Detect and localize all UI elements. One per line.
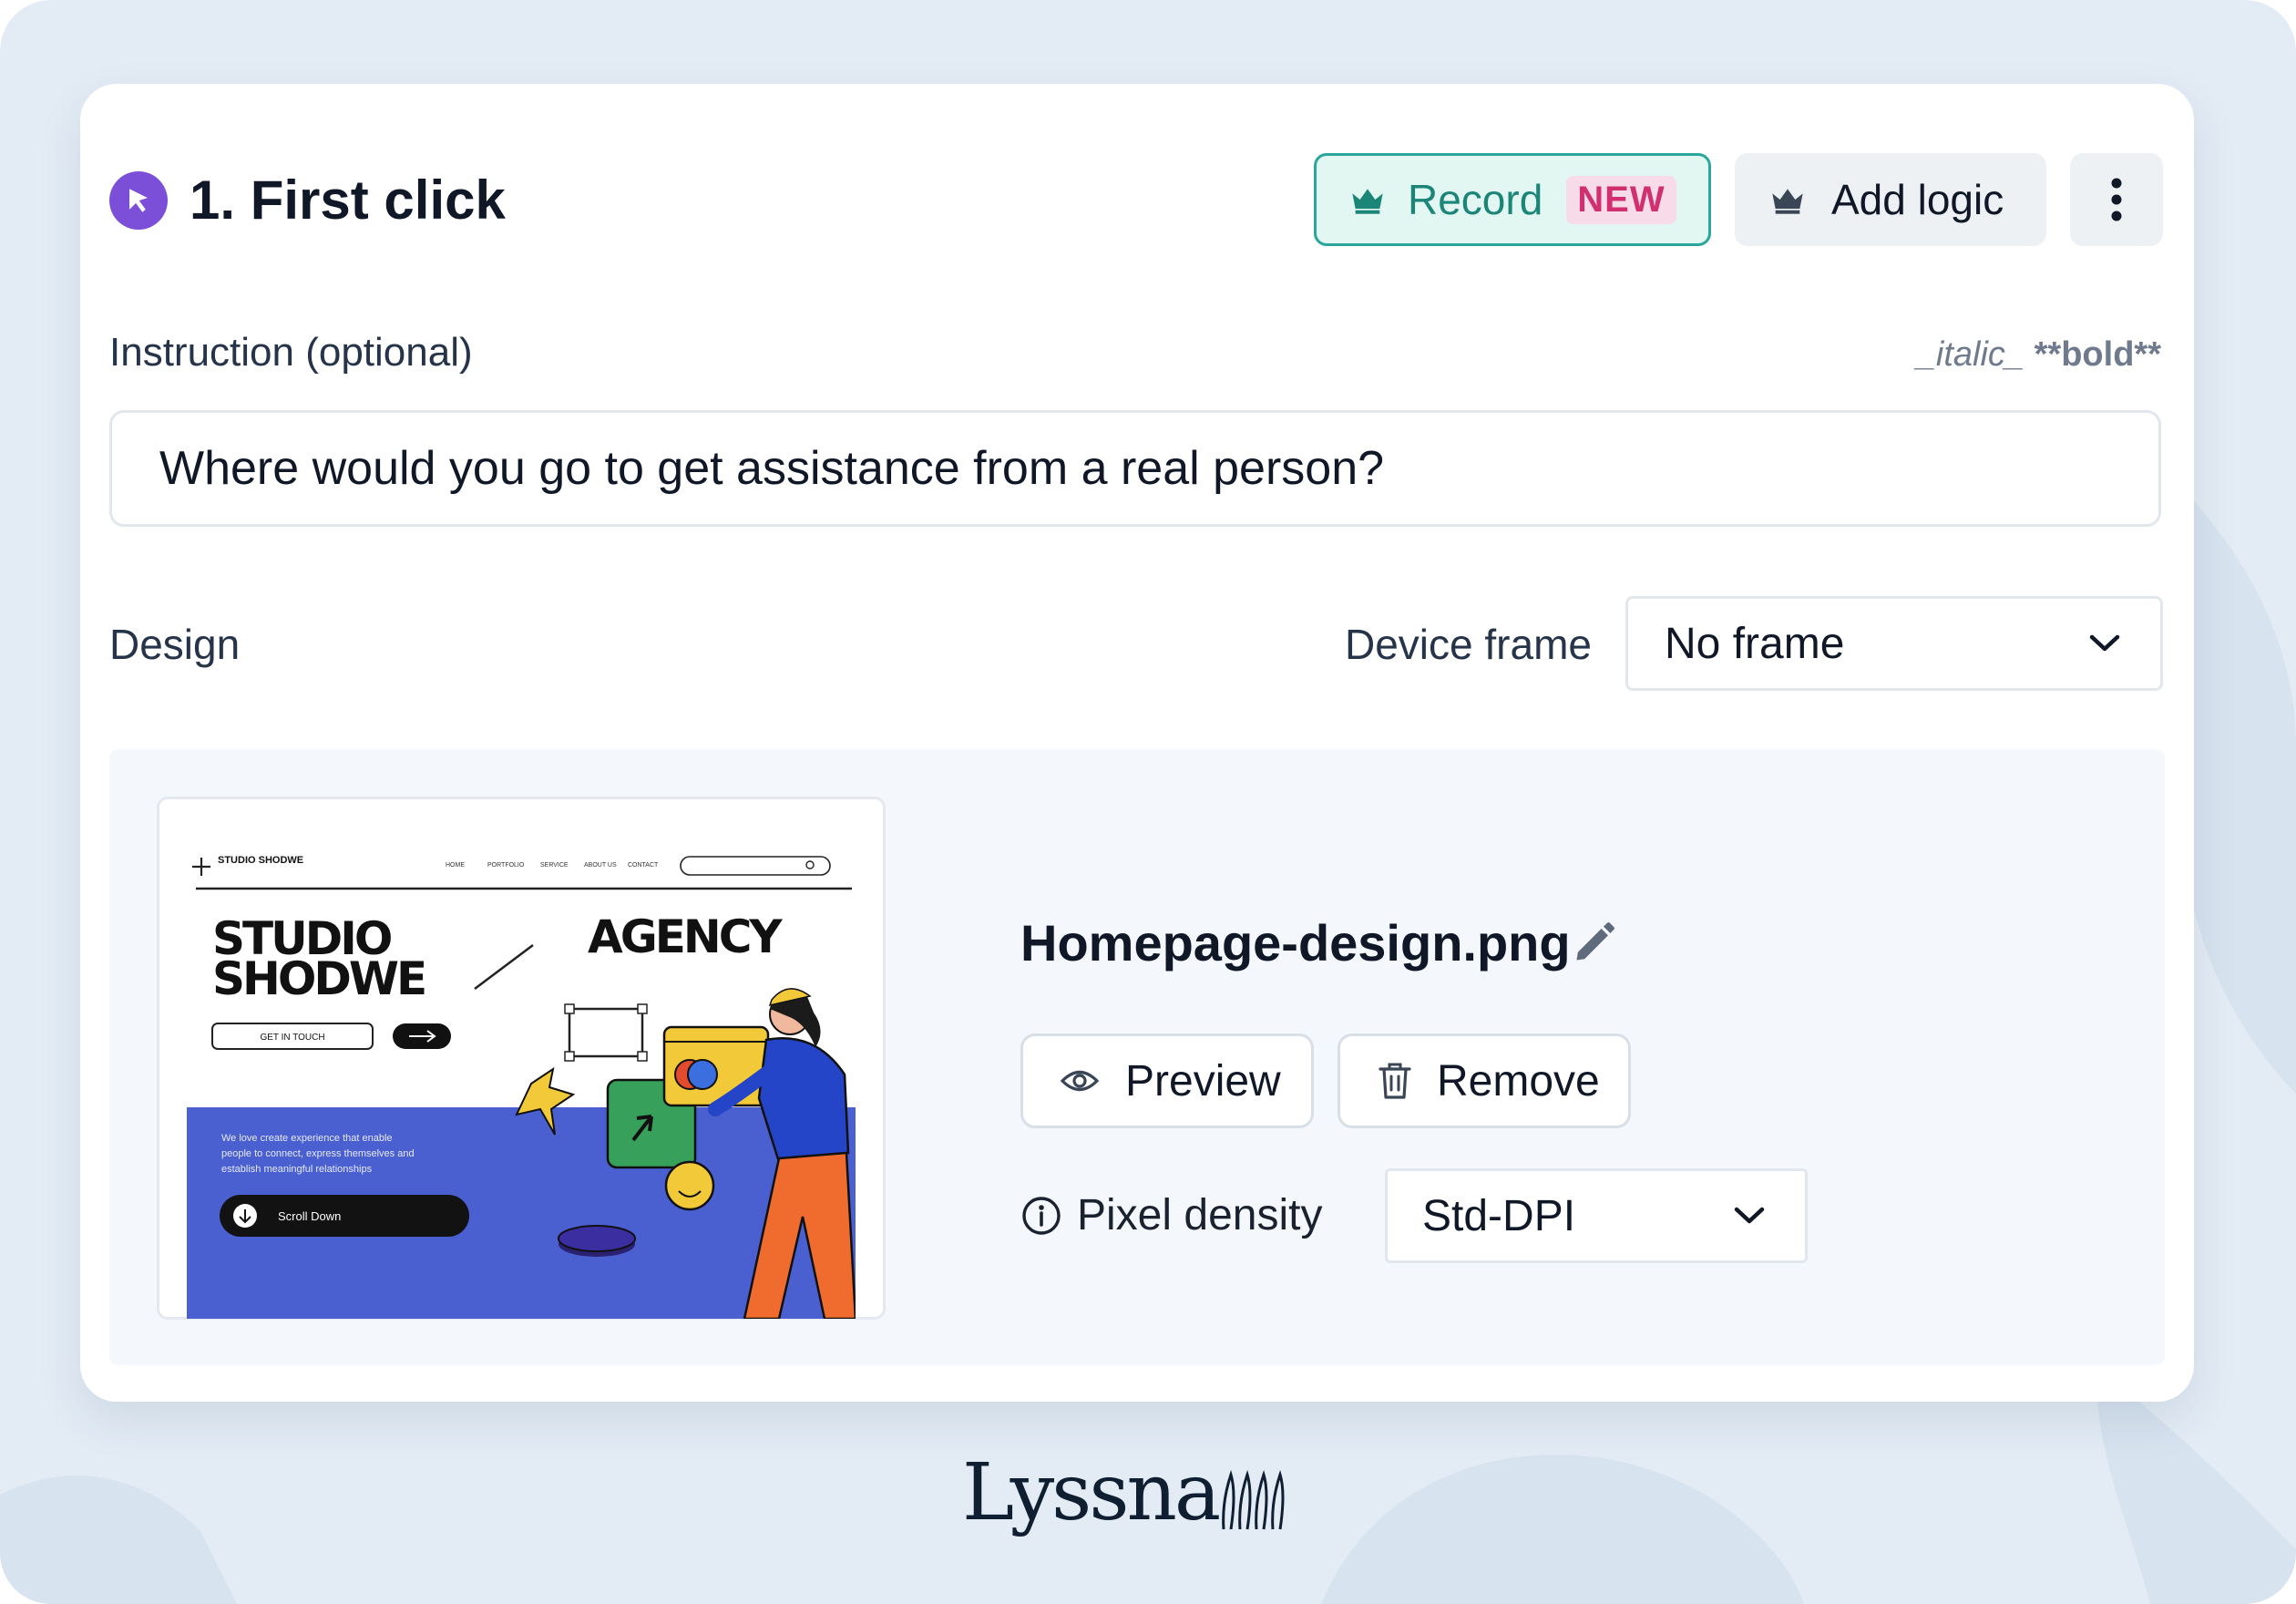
thumb-body-2: people to connect, express themselves an…	[221, 1148, 415, 1159]
thumb-headline-right: AGENCY	[588, 910, 783, 963]
pixel-density-select[interactable]: Std-DPI	[1385, 1168, 1808, 1263]
preview-label: Preview	[1125, 1056, 1281, 1105]
thumb-cta: GET IN TOUCH	[260, 1033, 324, 1043]
record-label: Record	[1408, 176, 1543, 223]
info-icon	[1022, 1196, 1061, 1235]
lyssna-logo: Lyssna	[962, 1447, 1291, 1538]
logo-wave-mark	[1222, 1470, 1285, 1530]
file-name: Homepage-design.png	[1020, 914, 1571, 972]
crown-icon	[1772, 189, 1803, 214]
thumb-nav-home: HOME	[446, 862, 465, 869]
preview-button[interactable]: Preview	[1020, 1033, 1314, 1128]
remove-label: Remove	[1437, 1056, 1600, 1105]
thumb-scroll-label: Scroll Down	[278, 1209, 341, 1223]
thumb-nav-contact: CONTACT	[628, 862, 659, 869]
first-click-step-card: 1. First click Record NEW Add logic Inst…	[80, 84, 2194, 1402]
design-thumbnail[interactable]: STUDIO SHODWE HOME PORTFOLIO SERVICE ABO…	[157, 797, 886, 1320]
remove-button[interactable]: Remove	[1338, 1033, 1631, 1128]
markdown-bold-hint: **bold**	[2034, 335, 2161, 374]
instruction-input[interactable]: Where would you go to get assistance fro…	[109, 410, 2161, 527]
cursor-click-icon	[109, 171, 168, 230]
pixel-density-text: Pixel density	[1077, 1191, 1323, 1239]
device-frame-value: No frame	[1665, 619, 1845, 668]
add-logic-label: Add logic	[1831, 176, 2004, 223]
device-frame-select[interactable]: No frame	[1625, 596, 2163, 691]
trash-icon	[1379, 1063, 1411, 1099]
more-options-button[interactable]	[2070, 153, 2163, 246]
add-logic-button[interactable]: Add logic	[1735, 153, 2046, 246]
markdown-hint: _italic_ **bold**	[1917, 335, 2161, 375]
edit-pencil-icon[interactable]	[1571, 919, 1618, 971]
eye-icon	[1060, 1070, 1100, 1092]
instruction-label: Instruction (optional)	[109, 330, 473, 375]
thumb-body-1: We love create experience that enable	[221, 1133, 393, 1144]
more-vertical-icon	[2111, 178, 2122, 221]
thumb-body-3: establish meaningful relationships	[221, 1164, 373, 1175]
device-frame-label: Device frame	[1345, 621, 1592, 668]
thumb-nav-about: ABOUT US	[584, 862, 617, 869]
homepage-design-preview: STUDIO SHODWE HOME PORTFOLIO SERVICE ABO…	[187, 855, 856, 1319]
pixel-density-label: Pixel density	[1020, 1190, 1322, 1240]
pixel-density-value: Std-DPI	[1422, 1191, 1576, 1240]
step-title: 1. First click	[190, 170, 506, 231]
thumb-brand: STUDIO SHODWE	[218, 855, 303, 866]
record-button[interactable]: Record NEW	[1314, 153, 1711, 246]
design-panel: STUDIO SHODWE HOME PORTFOLIO SERVICE ABO…	[109, 749, 2165, 1365]
chevron-down-icon	[1734, 1207, 1765, 1224]
crown-icon	[1352, 189, 1383, 214]
thumb-headline-2: SHODWE	[212, 952, 425, 1005]
markdown-italic-hint: _italic_	[1916, 335, 2025, 374]
chevron-down-icon	[2089, 634, 2120, 652]
design-label: Design	[109, 621, 241, 668]
thumb-nav-service: SERVICE	[540, 862, 569, 869]
logo-wordmark: Lyssna	[962, 1447, 1221, 1538]
thumb-nav-portfolio: PORTFOLIO	[487, 862, 525, 869]
new-badge: NEW	[1566, 175, 1676, 224]
